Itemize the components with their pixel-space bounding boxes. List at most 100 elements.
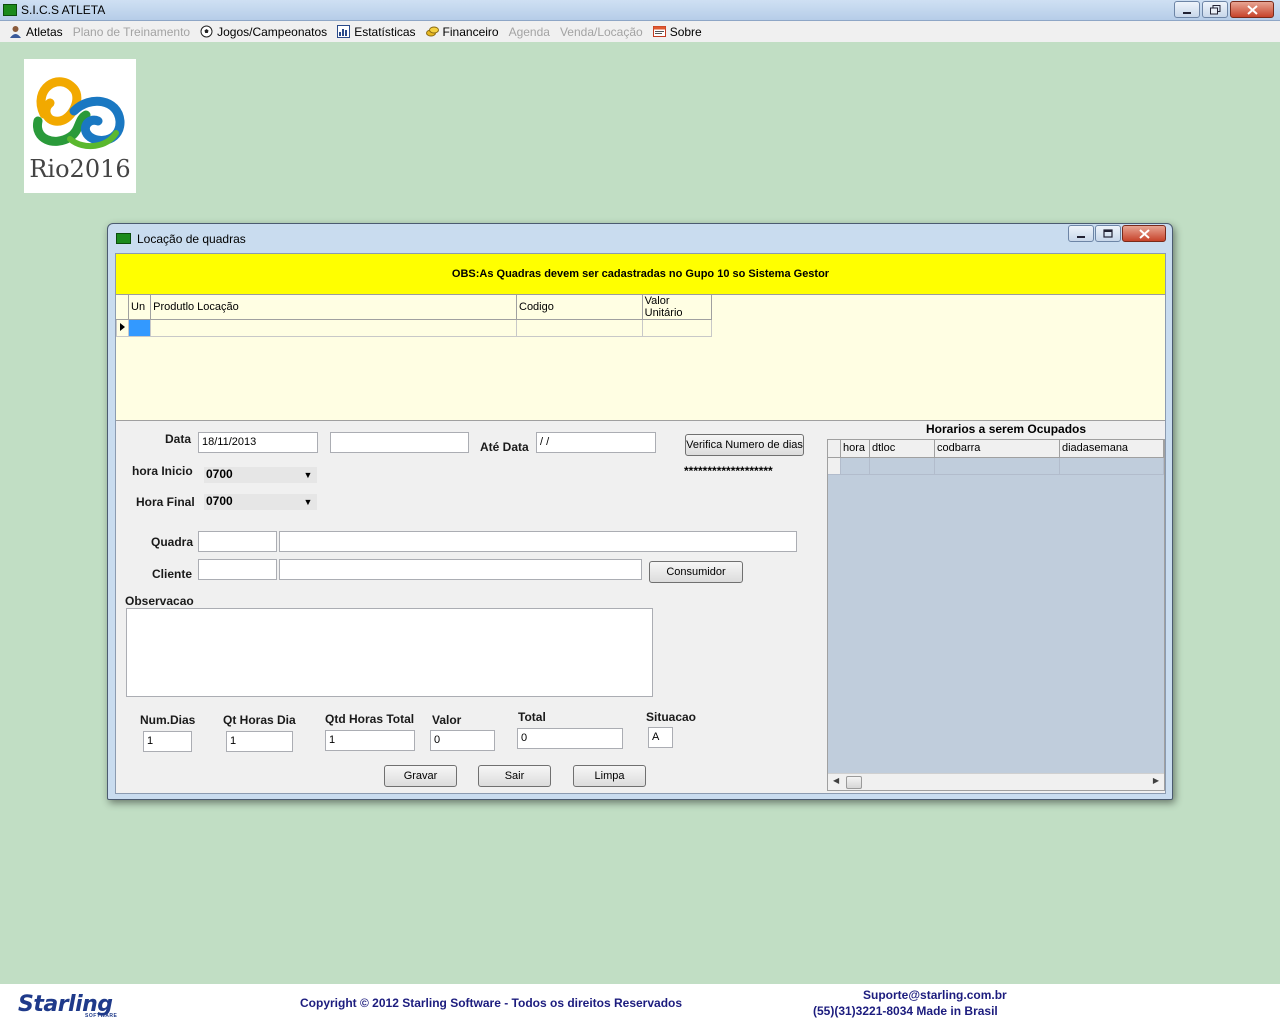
quadra-name-input[interactable] xyxy=(279,531,797,552)
col-codigo[interactable]: Codigo xyxy=(516,295,643,320)
menu-estatisticas-label: Estatísticas xyxy=(354,24,416,39)
total-input[interactable]: 0 xyxy=(517,728,623,749)
col-hora[interactable]: hora xyxy=(841,440,870,458)
cliente-code-input[interactable] xyxy=(198,559,277,580)
limpa-button[interactable]: Limpa xyxy=(573,765,646,787)
quadra-code-input[interactable] xyxy=(198,531,277,552)
menu-venda-locacao[interactable]: Venda/Locação xyxy=(555,21,648,42)
window-titlebar: Locação de quadras xyxy=(108,224,1172,252)
rio2016-logo: Rio2016 xyxy=(24,59,136,193)
copyright-text: Copyright © 2012 Starling Software - Tod… xyxy=(300,996,683,1010)
scroll-right-icon[interactable]: ▶ xyxy=(1153,776,1159,785)
horarios-grid[interactable]: hora dtloc codbarra diadasemana ◀ ▶ xyxy=(827,439,1165,791)
cliente-name-input[interactable] xyxy=(279,559,642,580)
menu-plano-treinamento[interactable]: Plano de Treinamento xyxy=(68,21,195,42)
minimize-icon xyxy=(1077,235,1085,238)
quadra-label: Quadra xyxy=(151,535,194,549)
table-row[interactable] xyxy=(115,319,713,337)
hora-inicio-label: hora Inicio xyxy=(132,464,193,478)
cell-diadasemana[interactable] xyxy=(1060,458,1164,475)
menu-atletas-label: Atletas xyxy=(26,24,63,39)
total-label: Total xyxy=(518,710,546,724)
menu-venda-locacao-label: Venda/Locação xyxy=(559,24,643,39)
coins-icon xyxy=(425,26,439,37)
col-valor-unitario[interactable]: Valor Unitário xyxy=(641,295,713,320)
close-button[interactable] xyxy=(1230,1,1274,18)
soccer-ball-icon xyxy=(200,25,213,38)
col-codbarra[interactable]: codbarra xyxy=(935,440,1060,458)
menu-bar: Atletas Plano de Treinamento Jogos/Campe… xyxy=(0,21,1280,42)
minimize-icon xyxy=(1183,11,1191,14)
data-input[interactable]: 18/11/2013 xyxy=(198,432,318,453)
col-dtloc[interactable]: dtloc xyxy=(870,440,935,458)
ate-data-input[interactable]: / / xyxy=(536,432,656,453)
window-maximize-button[interactable] xyxy=(1095,225,1121,242)
horizontal-scrollbar[interactable]: ◀ ▶ xyxy=(828,773,1164,790)
menu-financeiro[interactable]: Financeiro xyxy=(421,21,504,42)
rio2016-logo-graphic: Rio2016 xyxy=(29,77,131,183)
maximize-icon xyxy=(1103,228,1113,238)
cliente-label: Cliente xyxy=(152,567,193,581)
num-dias-input[interactable]: 1 xyxy=(143,731,192,752)
cell-un[interactable] xyxy=(128,319,152,337)
window-minimize-button[interactable] xyxy=(1068,225,1094,242)
menu-agenda[interactable]: Agenda xyxy=(504,21,555,42)
hora-inicio-select[interactable]: 0700 ▼ xyxy=(204,467,317,483)
observacao-label: Observacao xyxy=(125,594,194,608)
data-extra-input[interactable] xyxy=(330,432,469,453)
minimize-button[interactable] xyxy=(1174,1,1200,18)
rio2016-logo-text: Rio2016 xyxy=(29,155,130,183)
app-title: S.I.C.S ATLETA xyxy=(21,3,106,17)
sair-button[interactable]: Sair xyxy=(478,765,551,787)
info-window-icon xyxy=(652,26,666,37)
horarios-grid-header: hora dtloc codbarra diadasemana xyxy=(828,440,1164,458)
menu-sobre-label: Sobre xyxy=(669,24,702,39)
dias-indicator: ******************* xyxy=(684,464,773,478)
footer: Starling SOFTWARE Copyright © 2012 Starl… xyxy=(0,984,1280,1024)
locacao-quadras-window: Locação de quadras OBS:As Quadras devem … xyxy=(107,223,1173,800)
product-grid[interactable]: Un Produtlo Locação Codigo Valor Unitári… xyxy=(115,295,713,337)
scroll-left-icon[interactable]: ◀ xyxy=(833,776,839,785)
valor-input[interactable]: 0 xyxy=(430,730,495,751)
menu-estatisticas[interactable]: Estatísticas xyxy=(332,21,420,42)
situacao-input[interactable]: A xyxy=(648,727,673,748)
cell-produto-locacao[interactable] xyxy=(150,319,517,337)
window-icon xyxy=(116,233,131,244)
menu-atletas[interactable]: Atletas xyxy=(4,21,68,42)
window-body: OBS:As Quadras devem ser cadastradas no … xyxy=(115,253,1166,794)
window-close-button[interactable] xyxy=(1122,225,1166,242)
hora-final-select[interactable]: 0700 ▼ xyxy=(204,494,317,510)
valor-label: Valor xyxy=(432,713,462,727)
scroll-thumb[interactable] xyxy=(846,776,862,789)
ate-data-label: Até Data xyxy=(480,440,529,454)
restore-button[interactable] xyxy=(1202,1,1228,18)
gravar-button[interactable]: Gravar xyxy=(384,765,457,787)
chevron-down-icon[interactable]: ▼ xyxy=(299,494,317,510)
cell-codigo[interactable] xyxy=(516,319,643,337)
chevron-down-icon[interactable]: ▼ xyxy=(299,467,317,483)
cell-valor-unitario[interactable] xyxy=(641,319,713,337)
col-diadasemana[interactable]: diadasemana xyxy=(1060,440,1164,458)
col-un[interactable]: Un xyxy=(128,295,152,320)
app-icon xyxy=(3,4,17,16)
obs-banner: OBS:As Quadras devem ser cadastradas no … xyxy=(116,254,1165,295)
consumidor-button[interactable]: Consumidor xyxy=(649,561,743,583)
menu-sobre[interactable]: Sobre xyxy=(648,21,707,42)
menu-jogos-campeonatos[interactable]: Jogos/Campeonatos xyxy=(195,21,332,42)
app-titlebar: S.I.C.S ATLETA xyxy=(0,0,1280,21)
current-row-icon xyxy=(120,322,125,331)
observacao-textarea[interactable] xyxy=(126,608,653,697)
cell-hora[interactable] xyxy=(841,458,870,475)
cell-dtloc[interactable] xyxy=(870,458,935,475)
cell-codbarra[interactable] xyxy=(935,458,1060,475)
chart-icon xyxy=(337,25,351,38)
menu-plano-treinamento-label: Plano de Treinamento xyxy=(72,24,191,39)
hora-final-value: 0700 xyxy=(206,494,233,508)
table-row[interactable] xyxy=(828,458,1164,475)
col-produto-locacao[interactable]: Produtlo Locação xyxy=(150,295,517,320)
qt-horas-dia-input[interactable]: 1 xyxy=(226,731,293,752)
verifica-numero-dias-button[interactable]: Verifica Numero de dias xyxy=(685,434,804,456)
menu-jogos-campeonatos-label: Jogos/Campeonatos xyxy=(217,24,328,39)
grid-corner xyxy=(828,440,841,458)
qtd-horas-total-input[interactable]: 1 xyxy=(325,730,415,751)
